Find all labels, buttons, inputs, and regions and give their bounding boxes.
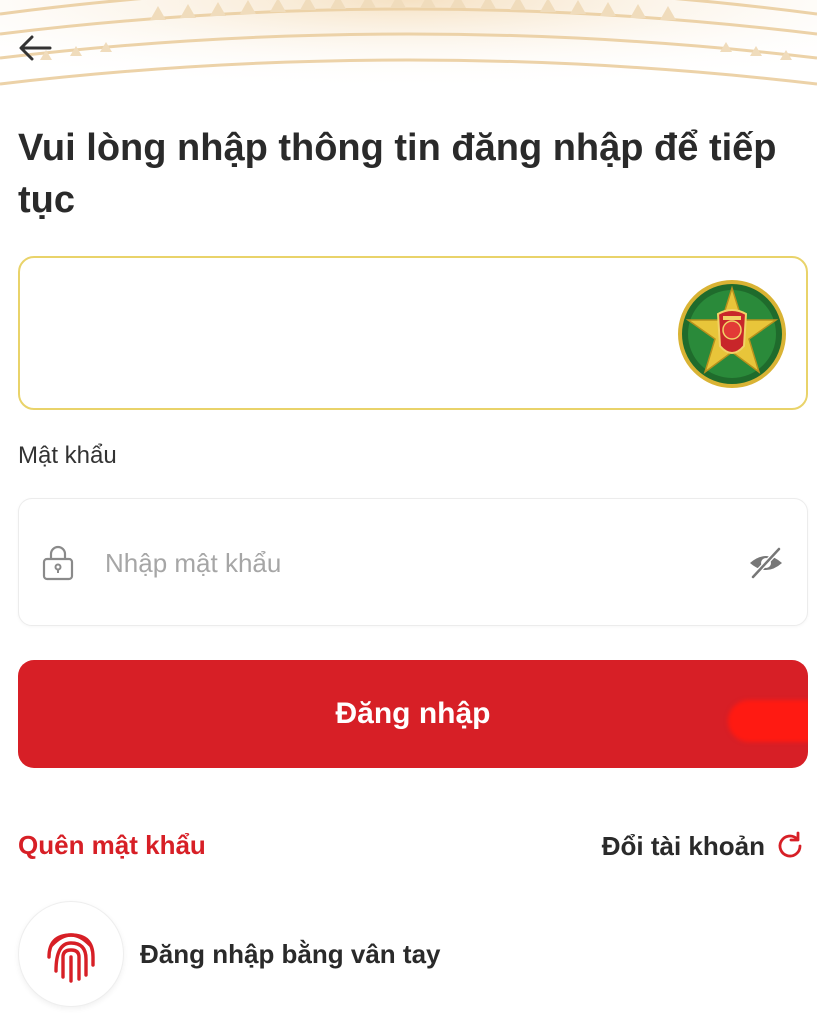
back-button[interactable] — [18, 28, 66, 68]
username-field[interactable] — [18, 256, 808, 410]
fingerprint-login-button[interactable]: Đăng nhập bằng vân tay — [18, 898, 441, 1010]
eye-off-icon[interactable] — [747, 545, 785, 581]
lock-icon — [42, 545, 74, 581]
login-button[interactable]: Đăng nhập — [18, 660, 808, 768]
forgot-password-link[interactable]: Quên mật khẩu — [18, 830, 206, 861]
password-field[interactable] — [18, 498, 808, 626]
password-label: Mật khẩu — [18, 442, 117, 469]
refresh-icon — [778, 831, 802, 858]
header-decorative-pattern — [0, 0, 817, 120]
fingerprint-login-label: Đăng nhập bằng vân tay — [140, 938, 441, 969]
police-emblem-icon — [678, 280, 786, 388]
switch-account-label: Đổi tài khoản — [601, 830, 765, 861]
password-input[interactable] — [105, 539, 725, 587]
fingerprint-icon-container — [18, 901, 124, 1007]
red-mark — [728, 700, 808, 742]
fingerprint-icon — [47, 933, 95, 983]
login-button-label: Đăng nhập — [335, 697, 491, 730]
login-screen: Vui lòng nhập thông tin đăng nhập để tiế… — [0, 0, 817, 1020]
switch-account-button[interactable]: Đổi tài khoản — [602, 826, 805, 866]
arrow-left-icon — [19, 35, 52, 61]
page-title: Vui lòng nhập thông tin đăng nhập để tiế… — [18, 127, 777, 221]
